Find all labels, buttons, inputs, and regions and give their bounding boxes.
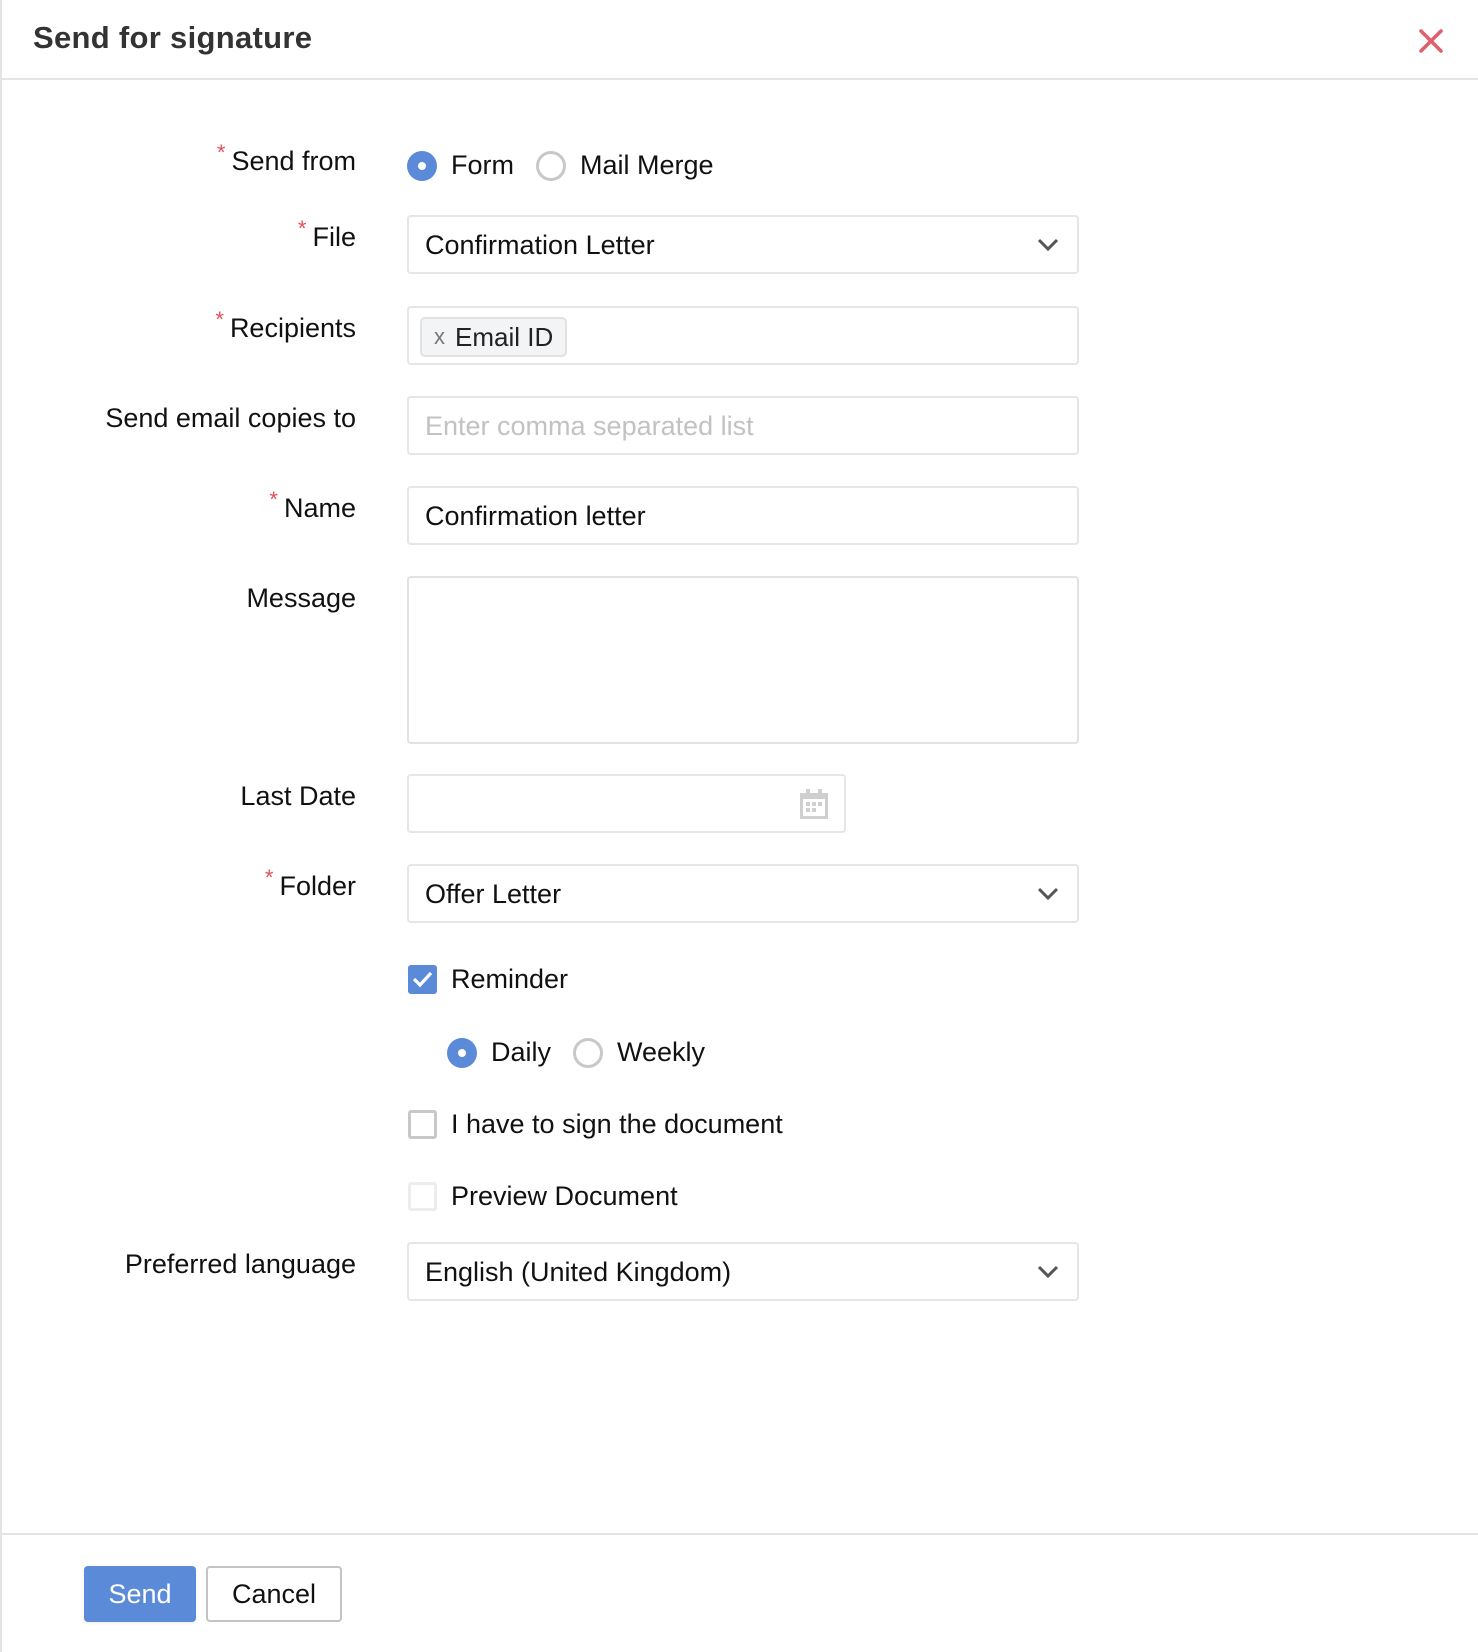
language-label: Preferred language xyxy=(124,1249,356,1279)
checkmark-icon xyxy=(412,971,433,988)
radio-mail-merge[interactable] xyxy=(536,150,566,181)
preview-checkbox[interactable] xyxy=(408,1182,437,1211)
remove-chip-icon[interactable]: x xyxy=(434,324,445,350)
send-from-label: * Send from xyxy=(216,140,356,176)
footer-divider xyxy=(2,1533,1478,1535)
send-button[interactable]: Send xyxy=(84,1566,196,1622)
recipient-chip-label: Email ID xyxy=(455,321,554,352)
radio-daily-label[interactable]: Daily xyxy=(491,1037,551,1068)
folder-label: * Folder xyxy=(264,865,356,901)
chevron-down-icon xyxy=(1037,237,1059,253)
reminder-label[interactable]: Reminder xyxy=(451,964,568,995)
name-label: * Name xyxy=(269,487,356,523)
close-icon xyxy=(1419,29,1443,53)
preview-label[interactable]: Preview Document xyxy=(451,1181,678,1212)
recipient-chip: x Email ID xyxy=(420,317,568,357)
copies-placeholder: Enter comma separated list xyxy=(425,411,754,441)
message-label: Message xyxy=(246,583,356,613)
message-textarea[interactable] xyxy=(407,576,1079,744)
last-date-label: Last Date xyxy=(240,781,356,811)
file-label: * File xyxy=(297,216,356,252)
copies-label: Send email copies to xyxy=(105,403,356,433)
recipients-input[interactable]: x Email ID xyxy=(407,306,1079,365)
required-marker: * xyxy=(269,487,278,512)
required-marker: * xyxy=(216,140,226,165)
radio-weekly-label[interactable]: Weekly xyxy=(617,1037,705,1068)
preview-checkbox-row: Preview Document xyxy=(408,1181,678,1212)
required-marker: * xyxy=(264,865,274,890)
copies-input[interactable]: Enter comma separated list xyxy=(407,396,1079,455)
calendar-icon[interactable] xyxy=(798,788,830,820)
dialog-title: Send for signature xyxy=(33,20,313,55)
reminder-frequency-radio-group: Daily Weekly xyxy=(447,1037,727,1068)
chevron-down-icon xyxy=(1037,886,1059,902)
radio-weekly[interactable] xyxy=(573,1037,604,1068)
name-input-value: Confirmation letter xyxy=(425,501,646,531)
recipients-label: * Recipients xyxy=(215,307,356,343)
send-for-signature-dialog: Send for signature * Send from Form Mail … xyxy=(0,0,1478,1652)
language-select[interactable]: English (United Kingdom) xyxy=(407,1242,1079,1301)
folder-select-value: Offer Letter xyxy=(425,879,562,909)
i-sign-label[interactable]: I have to sign the document xyxy=(451,1109,783,1140)
dialog-header: Send for signature xyxy=(2,0,1478,80)
i-sign-checkbox[interactable] xyxy=(408,1110,437,1139)
reminder-checkbox-row: Reminder xyxy=(408,964,568,995)
last-date-input[interactable] xyxy=(407,774,846,833)
close-button[interactable] xyxy=(1416,26,1446,56)
send-from-radio-group: Form Mail Merge xyxy=(407,150,736,181)
required-marker: * xyxy=(215,307,224,332)
radio-form[interactable] xyxy=(407,150,437,181)
file-select-value: Confirmation Letter xyxy=(425,230,655,260)
file-select[interactable]: Confirmation Letter xyxy=(407,215,1079,274)
language-select-value: English (United Kingdom) xyxy=(425,1257,732,1287)
radio-daily[interactable] xyxy=(447,1037,477,1068)
cancel-button[interactable]: Cancel xyxy=(206,1566,342,1622)
radio-form-label[interactable]: Form xyxy=(451,150,514,181)
radio-mail-merge-label[interactable]: Mail Merge xyxy=(580,150,714,181)
reminder-checkbox[interactable] xyxy=(408,965,437,994)
chevron-down-icon xyxy=(1037,1264,1059,1280)
folder-select[interactable]: Offer Letter xyxy=(407,864,1079,923)
required-marker: * xyxy=(297,216,307,241)
name-input[interactable]: Confirmation letter xyxy=(407,486,1079,545)
i-sign-checkbox-row: I have to sign the document xyxy=(408,1109,783,1140)
